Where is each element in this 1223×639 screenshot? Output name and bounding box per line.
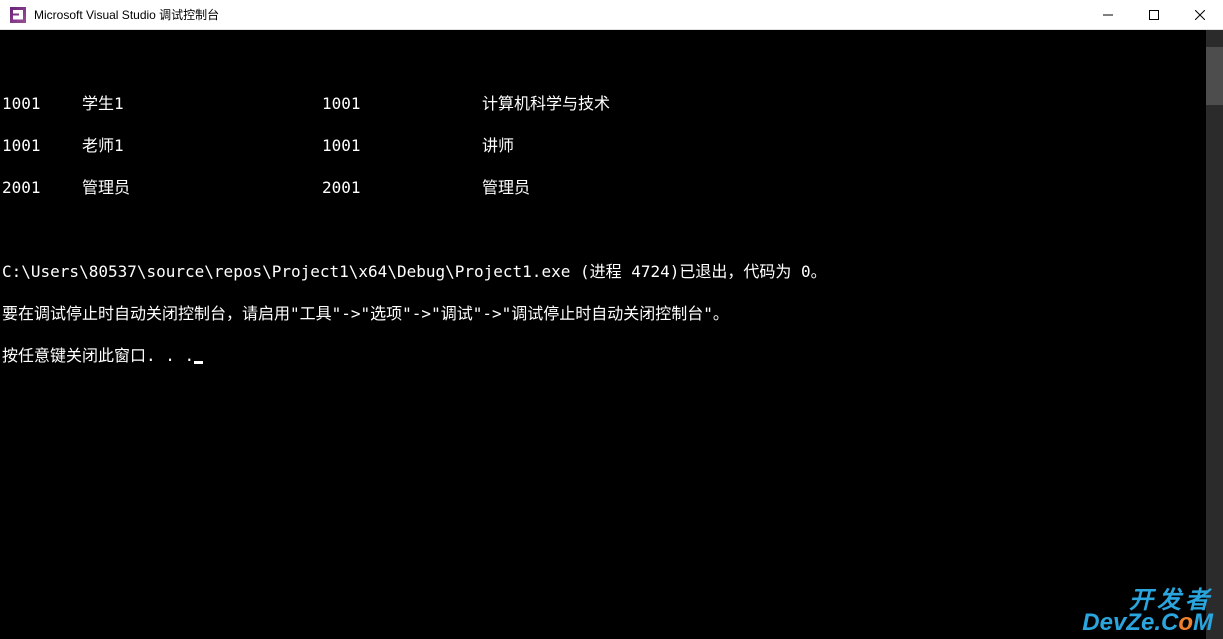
window-title: Microsoft Visual Studio 调试控制台	[34, 6, 219, 23]
hint-message: 要在调试停止时自动关闭控制台，请启用"工具"->"选项"->"调试"->"调试停…	[2, 303, 1203, 324]
table-row: 1001学生11001计算机科学与技术	[2, 93, 1203, 114]
table-row: 1001老师11001讲师	[2, 135, 1203, 156]
table-row: 2001管理员2001管理员	[2, 177, 1203, 198]
console-content: 1001学生11001计算机科学与技术 1001老师11001讲师 2001管理…	[2, 72, 1203, 639]
console-window: Microsoft Visual Studio 调试控制台 1001学生1100…	[0, 0, 1223, 639]
vertical-scrollbar[interactable]	[1206, 30, 1223, 639]
exit-message: C:\Users\80537\source\repos\Project1\x64…	[2, 261, 1203, 282]
maximize-button[interactable]	[1131, 0, 1177, 29]
cell-role: 管理员	[482, 177, 530, 198]
close-button[interactable]	[1177, 0, 1223, 29]
maximize-icon	[1149, 10, 1159, 20]
cursor	[194, 361, 203, 364]
titlebar[interactable]: Microsoft Visual Studio 调试控制台	[0, 0, 1223, 30]
cell-code: 2001	[322, 177, 482, 198]
window-controls	[1085, 0, 1223, 29]
cell-role: 计算机科学与技术	[482, 93, 610, 114]
empty-line	[2, 219, 1203, 240]
minimize-button[interactable]	[1085, 0, 1131, 29]
close-prompt: 按任意键关闭此窗口. . .	[2, 345, 1203, 366]
console-output[interactable]: 1001学生11001计算机科学与技术 1001老师11001讲师 2001管理…	[0, 30, 1223, 639]
scrollbar-thumb[interactable]	[1206, 47, 1223, 105]
cell-name: 学生1	[82, 93, 322, 114]
cell-id: 1001	[2, 93, 82, 114]
cell-name: 老师1	[82, 135, 322, 156]
cell-id: 2001	[2, 177, 82, 198]
cell-name: 管理员	[82, 177, 322, 198]
cell-role: 讲师	[482, 135, 514, 156]
app-icon	[10, 7, 26, 23]
cell-code: 1001	[322, 93, 482, 114]
cell-code: 1001	[322, 135, 482, 156]
cell-id: 1001	[2, 135, 82, 156]
minimize-icon	[1103, 10, 1113, 20]
close-icon	[1195, 10, 1205, 20]
